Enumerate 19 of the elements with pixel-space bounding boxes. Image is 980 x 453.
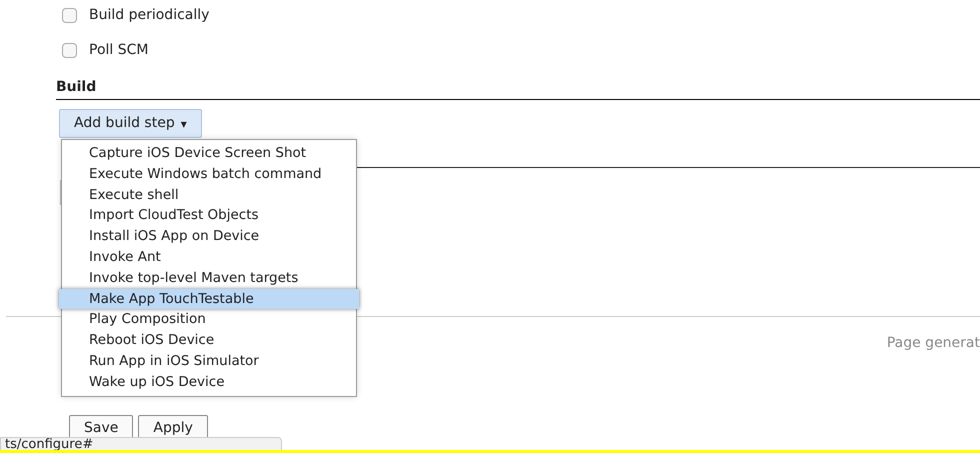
menu-item[interactable]: Execute shell (62, 184, 356, 206)
menu-item[interactable]: Invoke top-level Maven targets (62, 268, 356, 289)
menu-item[interactable]: Install iOS App on Device (62, 226, 356, 247)
menu-item[interactable]: Capture iOS Device Screen Shot (62, 143, 356, 164)
checkbox[interactable] (62, 8, 77, 22)
checkbox-label: Poll SCM (89, 40, 148, 60)
menu-item[interactable]: Wake up iOS Device (62, 372, 356, 393)
menu-item[interactable]: Execute Windows batch command (62, 164, 356, 185)
menu-item[interactable]: Make App TouchTestable (59, 288, 359, 310)
menu-item[interactable]: Run App in iOS Simulator (62, 350, 356, 372)
add-build-step-button[interactable]: Add build step ▾ (59, 109, 202, 138)
checkbox[interactable] (62, 42, 77, 58)
section-heading: Build (56, 79, 96, 95)
menu-item[interactable]: Import CloudTest Objects (62, 205, 356, 226)
menu-item[interactable]: Reboot iOS Device (62, 330, 356, 351)
menu-item[interactable]: Invoke Ant (62, 246, 356, 268)
footer-text: Page generat (886, 334, 980, 353)
checkbox-label: Build periodically (89, 6, 210, 24)
menu-item[interactable]: Play Composition (62, 309, 356, 330)
